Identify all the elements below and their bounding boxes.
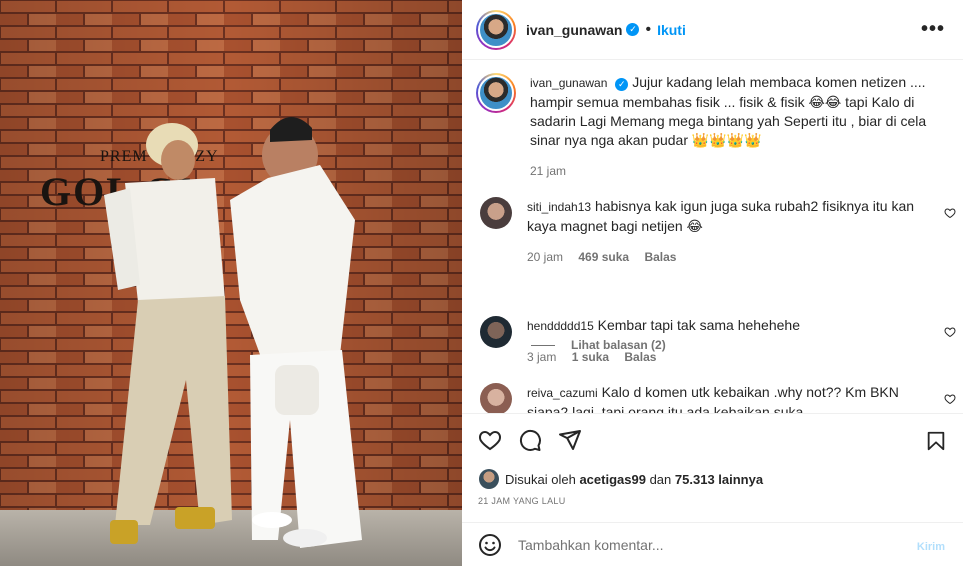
post-actions-bar: [462, 413, 967, 465]
post-modal: PREM & COZY GOL CL: [0, 0, 967, 566]
comment-username[interactable]: reiva_cazumi: [527, 386, 598, 400]
likes-prefix: Disukai oleh: [505, 471, 576, 487]
comment-text: Kembar tapi tak sama hehehehe: [597, 317, 800, 333]
likes-and: dan: [649, 471, 672, 487]
liker-avatar[interactable]: [479, 469, 499, 489]
add-comment-bar: Kirim: [462, 522, 967, 566]
separator-dot: •: [645, 20, 652, 38]
follow-button[interactable]: Ikuti: [657, 22, 686, 38]
reply-button[interactable]: Balas: [644, 250, 676, 264]
caption-time[interactable]: 21 jam: [530, 162, 930, 181]
post-header: ivan_gunawan ✓ • Ikuti •••: [462, 0, 967, 60]
verified-badge-icon: ✓: [615, 78, 629, 91]
post-timestamp[interactable]: 21 JAM YANG LALU: [478, 496, 566, 506]
post-comment-button[interactable]: Kirim: [917, 541, 945, 553]
comment-like-heart-icon[interactable]: [944, 326, 956, 341]
commenter-avatar[interactable]: [480, 383, 512, 413]
comment-like-heart-icon[interactable]: [944, 207, 956, 222]
author-avatar[interactable]: [476, 9, 516, 50]
bookmark-icon[interactable]: [925, 430, 947, 457]
send-icon[interactable]: [558, 428, 582, 452]
post-caption: ivan_gunawan ✓ Jujur kadang lelah membac…: [476, 73, 956, 181]
liker-username[interactable]: acetigas99: [579, 472, 646, 487]
commenter-avatar[interactable]: [480, 316, 512, 348]
author-username[interactable]: ivan_gunawan: [526, 22, 622, 38]
comment-time[interactable]: 3 jam: [527, 350, 556, 364]
comment-time[interactable]: 20 jam: [527, 250, 563, 264]
caption-avatar[interactable]: [476, 73, 516, 113]
comment-input[interactable]: [518, 536, 898, 553]
post-sidebar: ivan_gunawan ✓ • Ikuti ••• ivan_gunawan …: [462, 0, 967, 566]
commenter-avatar[interactable]: [480, 197, 512, 229]
likes-count[interactable]: 75.313 lainnya: [675, 472, 763, 487]
more-options-icon[interactable]: •••: [921, 18, 945, 41]
two-people-figures: [104, 116, 362, 548]
reply-button[interactable]: Balas: [624, 350, 656, 364]
heart-icon[interactable]: [478, 428, 502, 452]
scrollbar[interactable]: [963, 0, 967, 566]
comment-like-count[interactable]: 1 suka: [572, 350, 609, 364]
caption-username[interactable]: ivan_gunawan: [530, 76, 607, 90]
emoji-icon[interactable]: [478, 533, 502, 557]
comment-icon[interactable]: [518, 428, 542, 452]
comment-like-heart-icon[interactable]: [944, 393, 956, 408]
post-photo[interactable]: PREM & COZY GOL CL: [0, 0, 462, 566]
likes-summary: Disukai oleh acetigas99 dan 75.313 lainn…: [479, 469, 763, 489]
comment-username[interactable]: siti_indah13: [527, 200, 591, 214]
comment-like-count[interactable]: 469 suka: [578, 250, 629, 264]
comments-list[interactable]: ivan_gunawan ✓ Jujur kadang lelah membac…: [462, 61, 967, 413]
comment-username[interactable]: henddddd15: [527, 319, 594, 333]
verified-badge-icon: ✓: [626, 23, 640, 36]
